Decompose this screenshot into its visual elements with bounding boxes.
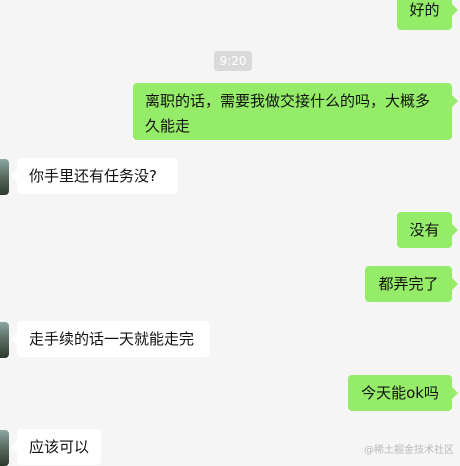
contact-avatar[interactable] — [0, 322, 9, 358]
message-bubble-outgoing[interactable]: 离职的话，需要我做交接什么的吗，大概多 久能走 — [133, 83, 458, 140]
timestamp: 9:20 — [214, 51, 252, 71]
message-bubble-incoming[interactable]: 走手续的话一天就能走完 — [11, 321, 210, 357]
message-bubble-incoming[interactable]: 你手里还有任务没? — [11, 158, 178, 194]
contact-avatar[interactable] — [0, 159, 9, 195]
message-bubble-outgoing[interactable]: 都弄完了 — [365, 266, 458, 302]
message-bubble-outgoing[interactable]: 今天能ok吗 — [348, 375, 458, 411]
watermark: @稀土掘金技术社区 — [364, 445, 454, 456]
contact-avatar[interactable] — [0, 430, 9, 466]
message-bubble-outgoing[interactable]: 好的 — [397, 0, 458, 30]
message-bubble-outgoing[interactable]: 没有 — [397, 212, 458, 248]
